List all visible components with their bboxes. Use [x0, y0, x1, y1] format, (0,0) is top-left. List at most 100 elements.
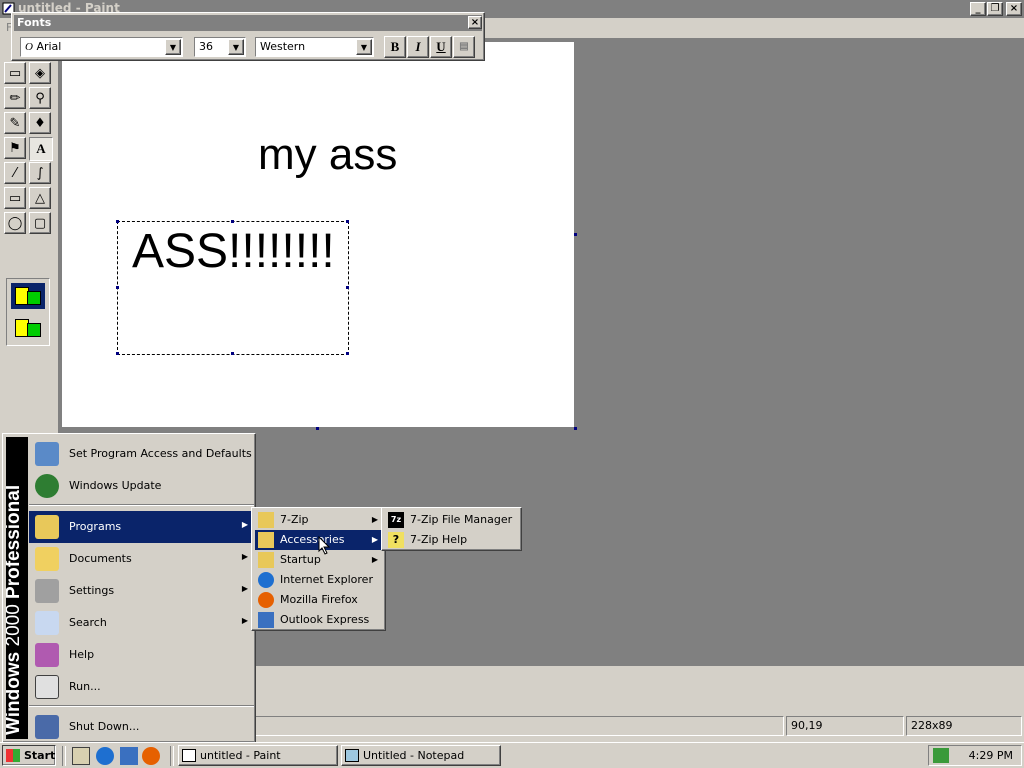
bold-button[interactable]: B — [384, 36, 406, 58]
start-button[interactable]: Start — [2, 745, 56, 766]
resize-handle[interactable] — [116, 220, 119, 223]
eraser-tool-icon[interactable]: ▭ — [4, 62, 26, 84]
fonts-toolbar-title[interactable]: Fonts — [14, 15, 482, 31]
folder-icon — [258, 532, 274, 548]
rectangle-tool-icon[interactable]: ▭ — [4, 187, 26, 209]
start-item-programs[interactable]: Programs ▶ — [29, 511, 254, 543]
color-picker-tool-icon[interactable]: ✏ — [4, 87, 26, 109]
programs-item-internet-explorer[interactable]: Internet Explorer — [255, 570, 382, 590]
canvas-resize-handle[interactable] — [316, 427, 319, 430]
7zip-item-file-manager[interactable]: 7z 7-Zip File Manager — [385, 510, 518, 530]
vertical-text-button-icon[interactable]: ▤ — [453, 36, 475, 58]
curve-tool-icon[interactable]: ∫ — [29, 162, 51, 184]
text-tool-icon[interactable]: A — [29, 137, 53, 161]
show-desktop-icon[interactable] — [72, 747, 90, 765]
help-icon — [35, 643, 59, 667]
submenu-arrow-icon: ▶ — [241, 584, 248, 593]
taskbar-button-paint[interactable]: untitled - Paint — [178, 745, 338, 766]
start-item-program-access[interactable]: Set Program Access and Defaults — [29, 438, 254, 470]
italic-button[interactable]: I — [407, 36, 429, 58]
canvas-text-editing[interactable]: ASS!!!!!!!! — [132, 224, 335, 279]
magnifier-tool-icon[interactable]: ⚲ — [29, 87, 51, 109]
windows-update-icon — [35, 474, 59, 498]
font-size-select[interactable]: 36 ▼ — [194, 37, 246, 57]
resize-handle[interactable] — [231, 220, 234, 223]
program-defaults-icon — [35, 442, 59, 466]
submenu-arrow-icon: ▶ — [241, 520, 248, 529]
text-selection-box[interactable]: ASS!!!!!!!! — [116, 220, 349, 355]
transparent-background-option-icon[interactable] — [11, 315, 45, 341]
programs-item-7zip[interactable]: 7-Zip ▶ — [255, 510, 382, 530]
rounded-rect-tool-icon[interactable]: ▢ — [29, 212, 51, 234]
start-item-shutdown[interactable]: Shut Down... — [29, 711, 254, 743]
paint-canvas[interactable]: my ass ASS!!!!!!!! — [62, 42, 574, 427]
selection-size: 228x89 — [906, 716, 1022, 736]
resize-handle[interactable] — [231, 352, 234, 355]
fonts-close-button[interactable]: × — [468, 16, 482, 29]
fonts-toolbar: Fonts × O Arial ▼ 36 ▼ Western ▼ B I U ▤ — [11, 12, 485, 61]
chevron-down-icon[interactable]: ▼ — [165, 39, 181, 55]
fill-tool-icon[interactable]: ◈ — [29, 62, 51, 84]
start-menu-banner: Windows 2000 Professional — [6, 437, 28, 739]
start-item-help[interactable]: Help — [29, 639, 254, 671]
search-icon — [35, 611, 59, 635]
canvas-resize-handle[interactable] — [574, 233, 577, 236]
firefox-quicklaunch-icon[interactable] — [142, 747, 160, 765]
resize-handle[interactable] — [346, 286, 349, 289]
canvas-resize-handle[interactable] — [574, 427, 577, 430]
submenu-arrow-icon: ▶ — [241, 552, 248, 561]
7zip-menu: 7z 7-Zip File Manager ? 7-Zip Help — [381, 507, 522, 551]
documents-folder-icon — [35, 547, 59, 571]
canvas-text: my ass — [258, 130, 398, 179]
pencil-tool-icon[interactable]: ✎ — [4, 112, 26, 134]
folder-icon — [258, 552, 274, 568]
taskbar-button-notepad[interactable]: Untitled - Notepad — [341, 745, 501, 766]
resize-handle[interactable] — [346, 352, 349, 355]
programs-item-outlook-express[interactable]: Outlook Express — [255, 610, 382, 630]
submenu-arrow-icon: ▶ — [371, 535, 378, 544]
brush-tool-icon[interactable]: ♦ — [29, 112, 51, 134]
resize-handle[interactable] — [346, 220, 349, 223]
restore-button[interactable]: ❐ — [987, 2, 1003, 16]
notepad-icon — [345, 749, 359, 762]
clock[interactable]: 4:29 PM — [969, 749, 1013, 762]
start-item-search[interactable]: Search ▶ — [29, 607, 254, 639]
cursor-coordinates: 90,19 — [786, 716, 904, 736]
chevron-down-icon[interactable]: ▼ — [356, 39, 372, 55]
polygon-tool-icon[interactable]: △ — [29, 187, 51, 209]
outlook-quicklaunch-icon[interactable] — [120, 747, 138, 765]
programs-item-firefox[interactable]: Mozilla Firefox — [255, 590, 382, 610]
ie-quicklaunch-icon[interactable] — [96, 747, 114, 765]
network-tray-icon[interactable] — [933, 748, 949, 763]
font-script-select[interactable]: Western ▼ — [255, 37, 374, 57]
settings-icon — [35, 579, 59, 603]
start-item-documents[interactable]: Documents ▶ — [29, 543, 254, 575]
minimize-button[interactable]: _ — [970, 2, 986, 16]
7zip-item-help[interactable]: ? 7-Zip Help — [385, 530, 518, 550]
opentype-font-icon: O — [25, 41, 33, 53]
run-icon — [35, 675, 59, 699]
chevron-down-icon[interactable]: ▼ — [228, 39, 244, 55]
resize-handle[interactable] — [116, 286, 119, 289]
close-button[interactable]: × — [1006, 2, 1022, 16]
programs-menu: 7-Zip ▶ Accessories ▶ Startup ▶ Internet… — [251, 507, 386, 631]
folder-icon — [258, 512, 274, 528]
opaque-background-option-icon[interactable] — [11, 283, 45, 309]
tool-options — [6, 278, 50, 346]
ellipse-tool-icon[interactable]: ◯ — [4, 212, 26, 234]
start-item-settings[interactable]: Settings ▶ — [29, 575, 254, 607]
ie-icon — [258, 572, 274, 588]
underline-button[interactable]: U — [430, 36, 452, 58]
start-item-run[interactable]: Run... — [29, 671, 254, 703]
windows-logo-icon — [6, 749, 20, 762]
help-file-icon: ? — [388, 532, 404, 548]
submenu-arrow-icon: ▶ — [371, 555, 378, 564]
font-name-select[interactable]: O Arial ▼ — [20, 37, 183, 57]
programs-folder-icon — [35, 515, 59, 539]
start-item-windows-update[interactable]: Windows Update — [29, 470, 254, 502]
7zip-icon: 7z — [388, 512, 404, 528]
line-tool-icon[interactable]: ⁄ — [4, 162, 26, 184]
airbrush-tool-icon[interactable]: ⚑ — [4, 137, 26, 159]
resize-handle[interactable] — [116, 352, 119, 355]
mouse-cursor-icon — [318, 536, 331, 555]
